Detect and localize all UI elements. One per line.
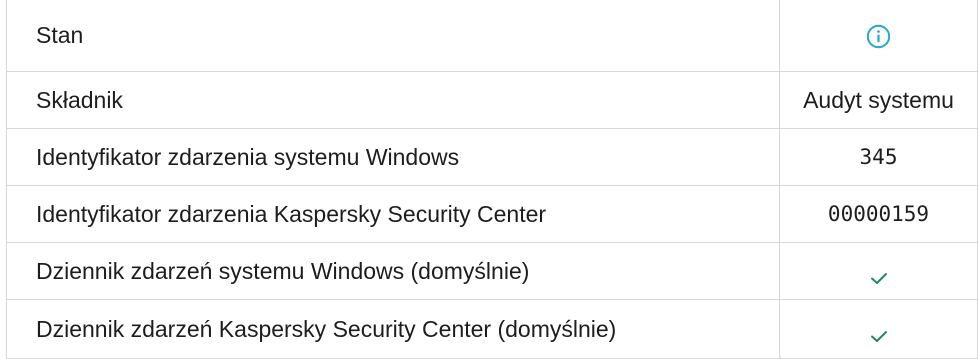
- row-label-status: Stan: [6, 0, 780, 72]
- row-label-windows-event-id: Identyfikator zdarzenia systemu Windows: [6, 128, 780, 186]
- row-value-component: Audyt systemu: [779, 71, 978, 129]
- table-row: Identyfikator zdarzenia systemu Windows …: [6, 128, 978, 186]
- row-label-component: Składnik: [6, 71, 780, 129]
- row-value-windows-event-log: [779, 242, 978, 300]
- row-value-status: [779, 0, 978, 72]
- row-label-ksc-event-id: Identyfikator zdarzenia Kaspersky Securi…: [6, 185, 780, 243]
- checkmark-icon: [870, 331, 887, 343]
- table-row: Identyfikator zdarzenia Kaspersky Securi…: [6, 185, 978, 243]
- table-row: Dziennik zdarzeń systemu Windows (domyśl…: [6, 242, 978, 300]
- table-row: Stan: [6, 0, 978, 72]
- event-properties-table: Stan Składnik Audyt systemu Identyfikato…: [6, 0, 978, 359]
- info-icon: [866, 24, 891, 48]
- table-row: Składnik Audyt systemu: [6, 71, 978, 129]
- row-value-ksc-event-id: 00000159: [779, 185, 978, 243]
- row-value-windows-event-id: 345: [779, 128, 978, 186]
- row-label-windows-event-log: Dziennik zdarzeń systemu Windows (domyśl…: [6, 242, 780, 300]
- checkmark-icon: [870, 273, 887, 285]
